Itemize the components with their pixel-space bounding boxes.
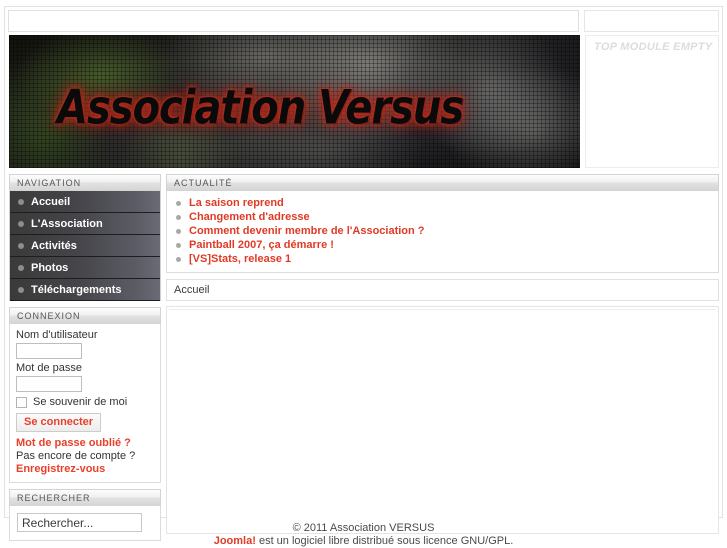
top-module-empty-label: TOP MODULE EMPTY (594, 41, 713, 53)
username-input[interactable] (16, 343, 82, 359)
sidebar-item-label: Photos (31, 261, 69, 274)
list-item[interactable]: Paintball 2007, ça démarre ! (167, 238, 718, 252)
forgot-password-link[interactable]: Mot de passe oublié ? (16, 437, 154, 450)
no-account-text: Pas encore de compte ? (16, 450, 136, 462)
footer-license: Joomla! est un logiciel libre distribué … (0, 535, 727, 548)
site-banner[interactable]: Association Versus (9, 35, 580, 168)
left-sidebar: NAVIGATION Accueil L'Association Activit… (9, 174, 161, 541)
bullet-icon (176, 256, 181, 262)
footer-license-text: est un logiciel libre distribué sous lic… (255, 535, 514, 547)
article-divider (169, 309, 716, 314)
list-item[interactable]: La saison reprend (167, 196, 718, 210)
bullet-icon (18, 264, 24, 271)
remember-me-checkbox[interactable] (16, 396, 27, 408)
breadcrumb: Accueil (166, 279, 719, 301)
bullet-icon (18, 242, 24, 249)
sidebar-item-telechargements[interactable]: Téléchargements (10, 279, 160, 301)
news-module-body: La saison reprend Changement d'adresse C… (166, 191, 719, 273)
bullet-icon (18, 220, 24, 227)
news-link[interactable]: Paintball 2007, ça démarre ! (189, 239, 334, 251)
top-user-bar[interactable] (8, 10, 579, 32)
sidebar-item-label: Activités (31, 239, 77, 252)
search-header-title: RECHERCHER (17, 492, 91, 503)
main-content: ACTUALITÉ La saison reprend Changement d… (166, 174, 719, 534)
news-header-title: ACTUALITÉ (174, 177, 233, 188)
remember-me-row[interactable]: Se souvenir de moi (16, 396, 154, 408)
login-module-header: CONNEXION (9, 307, 161, 324)
register-link[interactable]: Enregistrez-vous (16, 463, 154, 476)
navigation-header-title: NAVIGATION (17, 177, 82, 188)
joomla-link[interactable]: Joomla! (214, 535, 256, 547)
breadcrumb-current[interactable]: Accueil (174, 284, 209, 296)
password-input[interactable] (16, 376, 82, 392)
news-list: La saison reprend Changement d'adresse C… (167, 196, 718, 266)
sidebar-item-label: L'Association (31, 217, 103, 230)
list-item[interactable]: [VS]Stats, release 1 (167, 252, 718, 266)
password-label: Mot de passe (16, 362, 83, 374)
login-module-body: Nom d'utilisateur Mot de passe Se souven… (9, 324, 161, 483)
news-link[interactable]: Changement d'adresse (189, 211, 310, 223)
banner-title: Association Versus (57, 81, 464, 136)
sidebar-item-label: Téléchargements (31, 283, 122, 296)
news-link[interactable]: La saison reprend (189, 197, 284, 209)
login-submit-button[interactable]: Se connecter (16, 413, 102, 432)
page-footer: © 2011 Association VERSUS Joomla! est un… (0, 522, 727, 548)
top-bar (8, 10, 719, 32)
username-label: Nom d'utilisateur (16, 329, 98, 341)
bullet-icon (176, 214, 181, 220)
sidebar-item-photos[interactable]: Photos (10, 257, 160, 279)
remember-me-label: Se souvenir de moi (33, 396, 128, 408)
top-right-bar[interactable] (584, 10, 719, 32)
sidebar-item-activites[interactable]: Activités (10, 235, 160, 257)
list-item[interactable]: Comment devenir membre de l'Association … (167, 224, 718, 238)
sidebar-item-lassociation[interactable]: L'Association (10, 213, 160, 235)
login-header-title: CONNEXION (17, 310, 81, 321)
bullet-icon (176, 228, 181, 234)
article-area (166, 306, 719, 534)
list-item[interactable]: Changement d'adresse (167, 210, 718, 224)
bullet-icon (176, 200, 181, 206)
navigation-module-header: NAVIGATION (9, 174, 161, 191)
bullet-icon (176, 242, 181, 248)
news-module-header: ACTUALITÉ (166, 174, 719, 191)
search-module-header: RECHERCHER (9, 489, 161, 506)
footer-copyright: © 2011 Association VERSUS (292, 522, 435, 534)
page-root: Association Versus TOP MODULE EMPTY NAVI… (0, 0, 727, 548)
top-module-panel: TOP MODULE EMPTY (585, 35, 719, 168)
bullet-icon (18, 198, 24, 205)
news-link[interactable]: Comment devenir membre de l'Association … (189, 225, 425, 237)
news-link[interactable]: [VS]Stats, release 1 (189, 253, 291, 265)
navigation-menu: Accueil L'Association Activités Photos T… (9, 191, 161, 301)
sidebar-item-label: Accueil (31, 195, 71, 208)
sidebar-item-accueil[interactable]: Accueil (10, 191, 160, 213)
bullet-icon (18, 286, 24, 293)
